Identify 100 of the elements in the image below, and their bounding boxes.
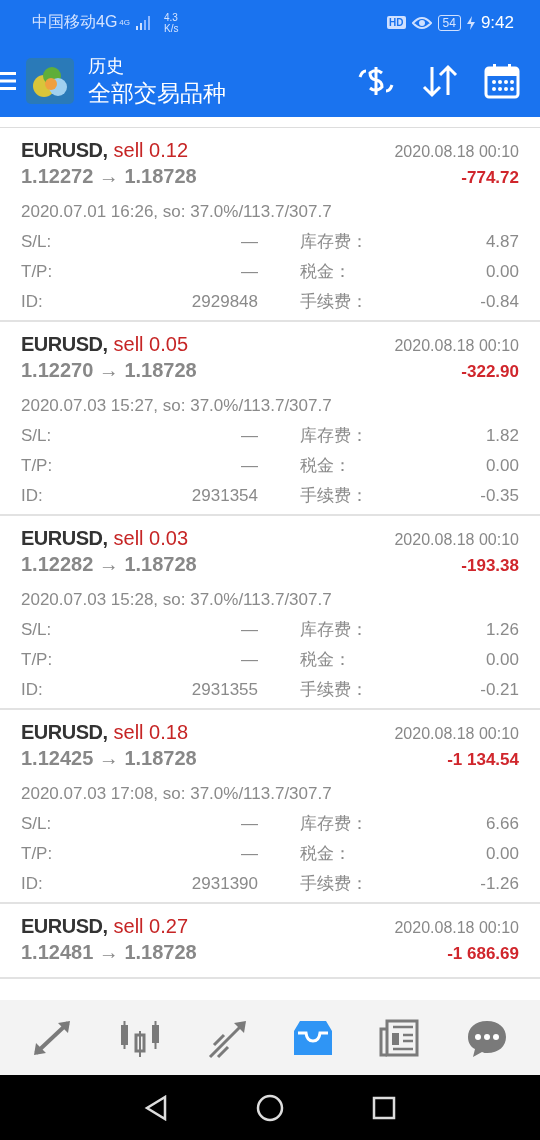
open-time-summary: 2020.07.03 15:28, so: 37.0%/113.7/307.7 — [21, 589, 333, 611]
battery-indicator: 54 — [437, 14, 461, 31]
trade-prices: 1.12481 → 1.18728 — [21, 941, 198, 964]
fee-value: 0.00 — [485, 261, 519, 283]
detail-value: 2931390 — [191, 873, 258, 895]
trade-item[interactable]: EURUSD, sell 0.18 2020.08.18 00:10 1.12425 → 1.18728 -1 134.54 2020.07.03 17:08, so: 37.0%/113.7/307.7 S/L: — 库存费： 6.66 T/P: — 税金： 0.00 ID: 2931390 手续费： -1.26 — [0, 710, 540, 904]
signal-icon — [136, 15, 152, 30]
trade-prices: 1.12282 → 1.18728 — [21, 553, 198, 576]
back-icon[interactable] — [144, 1094, 168, 1121]
detail-value: 2931354 — [191, 485, 258, 507]
fee-value: 0.00 — [485, 455, 519, 477]
detail-value: — — [241, 261, 258, 283]
trade-symbol: EURUSD, — [21, 721, 108, 744]
trade-item[interactable]: EURUSD, sell 0.12 2020.08.18 00:10 1.12272 → 1.18728 -774.72 2020.07.01 16:26, so: 37.0%/113.7/307.7 S/L: — 库存费： 4.87 T/P: — 税金： 0.00 ID: 2929848 手续费： -0.84 — [0, 128, 540, 322]
trade-type-volume: sell 0.12 — [113, 139, 188, 162]
trade-type-volume: sell 0.05 — [113, 333, 188, 356]
detail-label: T/P: — [21, 455, 53, 477]
detail-value: — — [241, 455, 258, 477]
fee-label: 手续费： — [300, 291, 368, 313]
sort-icon[interactable] — [420, 63, 460, 99]
trade-symbol: EURUSD, — [21, 527, 108, 550]
open-time-summary: 2020.07.03 17:08, so: 37.0%/113.7/307.7 — [21, 783, 333, 805]
fee-value: -0.84 — [480, 291, 519, 313]
trade-type-volume: sell 0.18 — [113, 721, 188, 744]
detail-label: S/L: — [21, 619, 52, 641]
detail-value: — — [241, 619, 258, 641]
trade-prices: 1.12272 → 1.18728 — [21, 165, 198, 188]
fee-label: 税金： — [300, 261, 351, 283]
trade-prices: 1.12270 → 1.18728 — [21, 359, 198, 382]
trade-item[interactable]: EURUSD, sell 0.05 2020.08.18 00:10 1.12270 → 1.18728 -322.90 2020.07.03 15:27, so: 37.0%/113.7/307.7 S/L: — 库存费： 1.82 T/P: — 税金： 0.00 ID: 2931354 手续费： -0.35 — [0, 322, 540, 516]
detail-label: S/L: — [21, 813, 52, 835]
fee-value: -0.35 — [480, 485, 519, 507]
menu-icon[interactable] — [0, 70, 16, 92]
network-speed: 4.3 — [164, 11, 179, 23]
trade-symbol: EURUSD, — [21, 915, 108, 938]
detail-label: ID: — [21, 679, 43, 701]
calendar-icon[interactable] — [484, 63, 520, 99]
fee-label: 税金： — [300, 649, 351, 671]
fee-label: 库存费： — [300, 619, 368, 641]
close-time: 2020.08.18 00:10 — [394, 919, 519, 937]
fee-value: -0.21 — [480, 679, 519, 701]
close-time: 2020.08.18 00:10 — [394, 531, 519, 549]
detail-label: ID: — [21, 873, 43, 895]
fee-label: 手续费： — [300, 679, 368, 701]
fee-value: 4.87 — [485, 231, 519, 253]
detail-value: — — [241, 425, 258, 447]
trade-item[interactable]: EURUSD, sell 0.03 2020.08.18 00:10 1.12282 → 1.18728 -193.38 2020.07.03 15:28, so: 37.0%/113.7/307.7 S/L: — 库存费： 1.26 T/P: — 税金： 0.00 ID: 2931355 手续费： -0.21 — [0, 516, 540, 710]
trade-prices: 1.12425 → 1.18728 — [21, 747, 198, 770]
fee-value: 0.00 — [485, 649, 519, 671]
trade-item[interactable]: EURUSD, sell 0.27 2020.08.18 00:10 1.12481 → 1.18728 -1 686.69 — [0, 904, 540, 979]
trade-profit: -1 134.54 — [447, 750, 519, 770]
detail-label: S/L: — [21, 425, 52, 447]
trade-symbol: EURUSD, — [21, 139, 108, 162]
detail-value: — — [241, 649, 258, 671]
open-time-summary: 2020.07.03 15:27, so: 37.0%/113.7/307.7 — [21, 395, 333, 417]
charging-icon — [466, 15, 475, 30]
hd-badge: HD — [387, 16, 406, 29]
fee-label: 库存费： — [300, 813, 368, 835]
open-time-summary: 2020.07.01 16:26, so: 37.0%/113.7/307.7 — [21, 201, 333, 223]
detail-value: 2929848 — [191, 291, 258, 313]
detail-label: ID: — [21, 485, 43, 507]
fee-value: 6.66 — [485, 813, 519, 835]
detail-value: — — [241, 843, 258, 865]
home-icon[interactable] — [256, 1093, 284, 1122]
trade-profit: -1 686.69 — [447, 944, 519, 964]
fee-label: 库存费： — [300, 231, 368, 253]
trade-profit: -774.72 — [461, 168, 519, 188]
fee-label: 税金： — [300, 843, 351, 865]
fee-label: 手续费： — [300, 485, 368, 507]
detail-value: 2931355 — [191, 679, 258, 701]
symbol-filter[interactable]: 全部交易品种 — [88, 78, 346, 108]
trade-symbol: EURUSD, — [21, 333, 108, 356]
detail-label: T/P: — [21, 649, 53, 671]
close-time: 2020.08.18 00:10 — [394, 725, 519, 743]
trade-profit: -193.38 — [461, 556, 519, 576]
clock-time: 9:42 — [480, 12, 514, 33]
trade-profit: -322.90 — [461, 362, 519, 382]
network-type: 4G — [119, 18, 130, 27]
detail-label: ID: — [21, 291, 43, 313]
fee-value: 0.00 — [485, 843, 519, 865]
eye-icon — [411, 15, 432, 30]
fee-label: 库存费： — [300, 425, 368, 447]
detail-label: T/P: — [21, 261, 53, 283]
detail-label: T/P: — [21, 843, 53, 865]
fee-label: 税金： — [300, 455, 351, 477]
carrier-name: 中国移动4G — [32, 12, 118, 32]
close-time: 2020.08.18 00:10 — [394, 143, 519, 161]
fee-value: 1.82 — [485, 425, 519, 447]
close-time: 2020.08.18 00:10 — [394, 337, 519, 355]
fee-value: 1.26 — [485, 619, 519, 641]
detail-value: — — [241, 231, 258, 253]
speed-unit: K/s — [164, 22, 179, 34]
app-logo-icon — [26, 58, 74, 104]
recents-icon[interactable] — [372, 1095, 396, 1120]
fee-label: 手续费： — [300, 873, 368, 895]
detail-value: — — [241, 813, 258, 835]
detail-label: S/L: — [21, 231, 52, 253]
trade-type-volume: sell 0.03 — [113, 527, 188, 550]
trade-type-volume: sell 0.27 — [113, 915, 188, 938]
screen-title: 历史 — [88, 55, 125, 78]
